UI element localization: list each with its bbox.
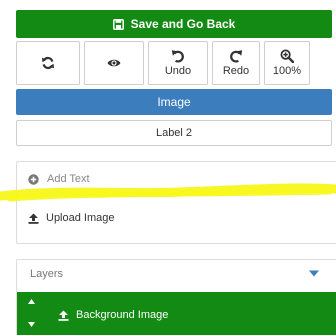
- save-icon: [112, 18, 124, 30]
- undo-label: Undo: [164, 65, 192, 77]
- upload-icon: [28, 213, 39, 224]
- upload-image-button[interactable]: Upload Image: [28, 212, 115, 224]
- eye-icon: [107, 59, 121, 67]
- move-up-icon[interactable]: [28, 299, 35, 304]
- upload-image-label: Upload Image: [46, 212, 115, 224]
- undo-icon: [171, 50, 184, 63]
- layer-item-label: Background Image: [76, 309, 169, 321]
- zoom-button[interactable]: 100%: [264, 41, 310, 85]
- refresh-icon: [42, 56, 54, 70]
- save-button-label: Save and Go Back: [130, 17, 236, 31]
- layers-title: Layers: [30, 268, 64, 280]
- save-and-go-back-button[interactable]: Save and Go Back: [16, 10, 332, 38]
- preview-button[interactable]: [84, 41, 144, 85]
- editor-toolbar: Undo Redo 100%: [16, 41, 332, 85]
- zoom-in-icon: [280, 49, 294, 63]
- refresh-button[interactable]: [16, 41, 80, 85]
- tab-label-2-label: Label 2: [155, 127, 193, 139]
- highlighter-stroke: [0, 183, 336, 202]
- tab-image[interactable]: Image: [16, 89, 332, 115]
- zoom-level: 100%: [272, 65, 302, 77]
- layer-item: Background Image: [58, 309, 168, 321]
- tab-image-label: Image: [157, 95, 191, 109]
- redo-button[interactable]: Redo: [212, 41, 260, 85]
- tab-label-2[interactable]: Label 2: [16, 120, 332, 146]
- redo-label: Redo: [222, 65, 250, 77]
- move-down-icon[interactable]: [28, 322, 35, 327]
- upload-icon: [58, 310, 69, 321]
- undo-button[interactable]: Undo: [148, 41, 208, 85]
- redo-icon: [230, 50, 243, 63]
- chevron-down-icon[interactable]: [309, 270, 319, 277]
